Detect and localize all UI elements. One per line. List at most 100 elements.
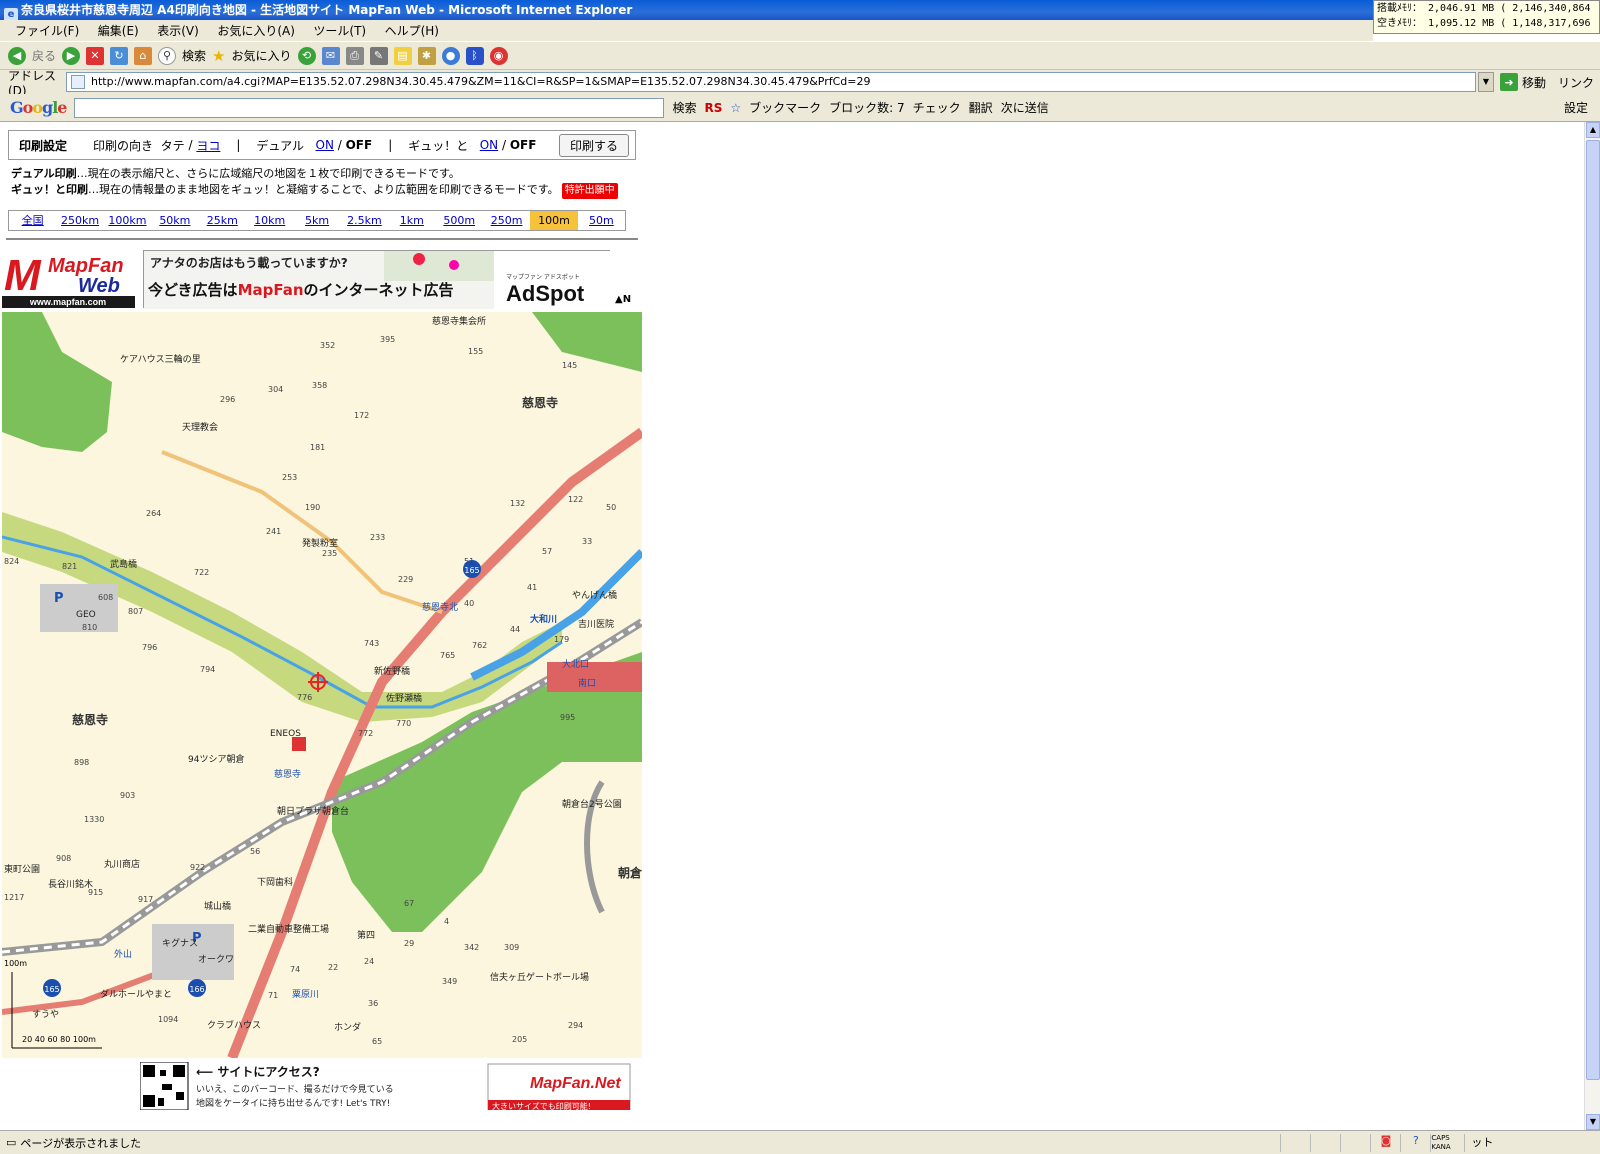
scale-link[interactable]: 全国 bbox=[9, 211, 56, 230]
scale-link[interactable]: 25km bbox=[199, 211, 246, 230]
mapfan-logo-graphic: M MapFan Web www.mapfan.com bbox=[2, 250, 135, 308]
bluetooth-icon[interactable]: ᛒ bbox=[465, 46, 484, 65]
home-icon[interactable]: ⌂ bbox=[134, 46, 153, 65]
map-label: 慈恩寺北 bbox=[422, 601, 458, 613]
search-icon[interactable]: ⚲ bbox=[158, 46, 177, 65]
address-bar: アドレス(D) http://www.mapfan.com/a4.cgi?MAP… bbox=[0, 69, 1600, 98]
edit-icon[interactable]: ✎ bbox=[369, 46, 388, 65]
house-number: 71 bbox=[268, 991, 278, 1000]
popup-blocker[interactable]: ブロック数: 7 bbox=[829, 99, 905, 116]
stop-icon[interactable]: ✕ bbox=[86, 46, 105, 65]
mail-icon[interactable]: ✉ bbox=[321, 46, 340, 65]
north-indicator: ▲N bbox=[615, 294, 632, 305]
menu-view[interactable]: 表示(V) bbox=[157, 20, 199, 42]
google-search-button[interactable]: 検索 bbox=[672, 99, 696, 116]
help-icon[interactable]: ? bbox=[1400, 1133, 1430, 1152]
scale-selector: 全国 250km 100km 50km 25km 10km 5km 2.5km … bbox=[8, 210, 626, 231]
map-label: ENEOS bbox=[270, 729, 301, 739]
google-search-input[interactable] bbox=[74, 97, 665, 118]
map-label: 粟原川 bbox=[292, 989, 319, 1000]
map-label: キグナス bbox=[162, 937, 198, 949]
page-content: 印刷設定 印刷の向き タテ / ヨコ | デュアル ON / OFF | ギュッ… bbox=[0, 122, 1584, 1130]
house-number: 358 bbox=[312, 381, 327, 390]
scale-link[interactable]: 5km bbox=[293, 211, 340, 230]
research-icon[interactable]: ✱ bbox=[417, 46, 436, 65]
house-number: 743 bbox=[364, 639, 379, 648]
house-number: 903 bbox=[120, 791, 135, 800]
scroll-up-icon[interactable]: ▲ bbox=[1586, 122, 1600, 138]
addon-status-icon[interactable]: ◙ bbox=[1370, 1133, 1400, 1152]
scroll-down-icon[interactable]: ▼ bbox=[1586, 1114, 1600, 1130]
map-label: クラブハウス bbox=[207, 1019, 261, 1031]
scale-link[interactable]: 2.5km bbox=[341, 211, 388, 230]
house-number: 29 bbox=[404, 939, 414, 948]
dual-on-link[interactable]: ON bbox=[316, 138, 334, 152]
scale-active[interactable]: 100m bbox=[530, 211, 578, 230]
go-button[interactable]: ➜ 移動 bbox=[1500, 73, 1546, 91]
ad-main-1: 今どき広告は bbox=[147, 281, 238, 299]
house-number: 915 bbox=[88, 888, 103, 897]
bookmark-button[interactable]: ブックマーク bbox=[749, 99, 821, 116]
vertical-scrollbar[interactable]: ▲ ▼ bbox=[1584, 122, 1600, 1130]
refresh-icon[interactable]: ↻ bbox=[110, 46, 129, 65]
menu-tools[interactable]: ツール(T) bbox=[313, 20, 366, 42]
print-icon[interactable]: ⎙ bbox=[345, 46, 364, 65]
send-button[interactable]: 次に送信 bbox=[1001, 99, 1049, 116]
house-number: 1217 bbox=[4, 893, 24, 902]
route-number: 166 bbox=[189, 985, 204, 994]
discuss-icon[interactable]: ▤ bbox=[393, 46, 412, 65]
house-number: 253 bbox=[282, 473, 297, 482]
menu-edit[interactable]: 編集(E) bbox=[98, 20, 139, 42]
scale-link[interactable]: 250m bbox=[483, 211, 530, 230]
favorites-button[interactable]: お気に入り bbox=[231, 47, 291, 64]
back-button[interactable]: 戻る bbox=[32, 47, 56, 64]
rs-icon[interactable]: RS bbox=[704, 101, 722, 115]
scale-link[interactable]: 50km bbox=[151, 211, 198, 230]
star-icon[interactable]: ★ bbox=[212, 47, 225, 65]
house-number: 395 bbox=[380, 335, 395, 344]
house-number: 132 bbox=[510, 499, 525, 508]
gyutto-on-link[interactable]: ON bbox=[480, 138, 498, 152]
search-button[interactable]: 検索 bbox=[182, 47, 206, 64]
links-button[interactable]: リンク bbox=[1558, 74, 1594, 91]
route-number: 165 bbox=[44, 985, 59, 994]
adspot-banner[interactable]: アナタのお店はもう載っていますか? 今どき広告はMapFanのインターネット広告… bbox=[143, 250, 611, 309]
house-number: 179 bbox=[554, 635, 569, 644]
house-number: 57 bbox=[542, 547, 552, 556]
scale-link[interactable]: 1km bbox=[388, 211, 435, 230]
mapfan-logo[interactable]: M MapFan Web www.mapfan.com bbox=[2, 250, 135, 308]
house-number: 44 bbox=[510, 625, 520, 634]
forward-arrow-icon[interactable]: ▶ bbox=[62, 46, 81, 65]
scale-link[interactable]: 500m bbox=[436, 211, 483, 230]
addon-icon[interactable]: ◉ bbox=[489, 46, 508, 65]
house-number: 824 bbox=[4, 557, 19, 566]
menu-favorites[interactable]: お気に入り(A) bbox=[217, 20, 295, 42]
house-number: 898 bbox=[74, 758, 89, 767]
scale-link[interactable]: 100km bbox=[104, 211, 151, 230]
footer-graphic: ⟵ サイトにアクセス? いいえ、このバーコード、撮るだけで今見ている 地図をケー… bbox=[139, 1061, 631, 1111]
back-arrow-icon[interactable]: ◀ bbox=[8, 46, 26, 65]
scroll-thumb[interactable] bbox=[1586, 140, 1600, 1080]
bookmark-star-icon[interactable]: ☆ bbox=[730, 101, 741, 115]
house-number: 821 bbox=[62, 562, 77, 571]
map-view[interactable]: P P 165 165 166 慈恩寺 慈恩寺 朝倉 ケアハウス三輪の里 天理教… bbox=[2, 312, 642, 1058]
address-dropdown-icon[interactable]: ▼ bbox=[1478, 72, 1494, 92]
scale-bar-ticks: 20 40 60 80 100m bbox=[22, 1035, 96, 1044]
house-number: 807 bbox=[128, 607, 143, 616]
address-input[interactable]: http://www.mapfan.com/a4.cgi?MAP=E135.52… bbox=[66, 72, 1476, 92]
scale-link[interactable]: 50m bbox=[578, 211, 625, 230]
house-number: 74 bbox=[290, 965, 300, 974]
spellcheck-button[interactable]: チェック bbox=[913, 99, 961, 116]
scale-link[interactable]: 10km bbox=[246, 211, 293, 230]
messenger-icon[interactable]: ● bbox=[441, 46, 460, 65]
history-icon[interactable]: ⟲ bbox=[297, 46, 316, 65]
translate-button[interactable]: 翻訳 bbox=[969, 99, 993, 116]
settings-button[interactable]: 設定 bbox=[1564, 99, 1588, 116]
menu-help[interactable]: ヘルプ(H) bbox=[385, 20, 439, 42]
print-button[interactable]: 印刷する bbox=[558, 133, 629, 157]
map-label: 下岡歯科 bbox=[257, 876, 293, 888]
scale-link[interactable]: 250km bbox=[56, 211, 103, 230]
orientation-yoko-link[interactable]: ヨコ bbox=[196, 137, 220, 154]
menu-file[interactable]: ファイル(F) bbox=[15, 20, 79, 42]
adspot-graphic: アナタのお店はもう載っていますか? 今どき広告はMapFanのインターネット広告… bbox=[144, 251, 611, 309]
